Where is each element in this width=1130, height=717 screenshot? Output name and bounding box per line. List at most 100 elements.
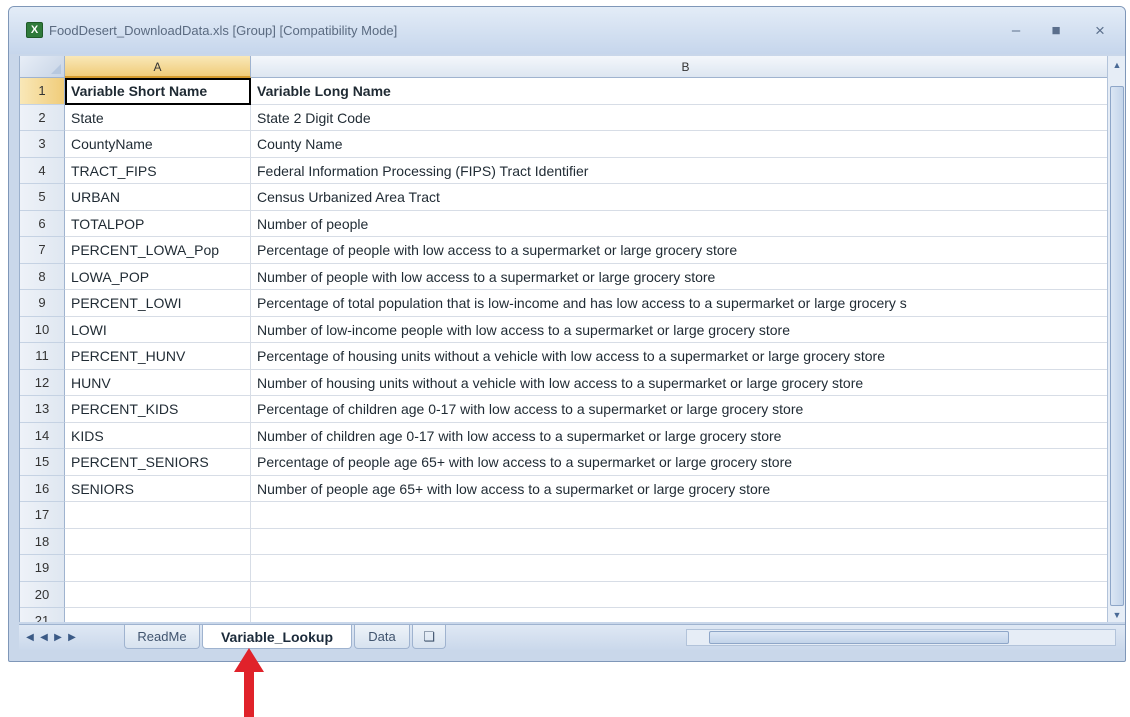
tab-variable-lookup[interactable]: Variable_Lookup	[202, 625, 352, 649]
cell-b[interactable]: Percentage of housing units without a ve…	[251, 343, 1107, 370]
cell-a[interactable]: SENIORS	[65, 475, 251, 502]
cell-b[interactable]: Percentage of children age 0-17 with low…	[251, 396, 1107, 423]
cell-b[interactable]: Number of people with low access to a su…	[251, 264, 1107, 290]
title-bar[interactable]: X FoodDesert_DownloadData.xls [Group] [C…	[9, 7, 1125, 54]
horizontal-scrollbar[interactable]	[686, 629, 1116, 646]
cell-b[interactable]: Number of children age 0-17 with low acc…	[251, 423, 1107, 449]
cell-a[interactable]: TOTALPOP	[65, 210, 251, 237]
select-all-corner[interactable]	[20, 56, 65, 78]
table-row: 1 Variable Short Name Variable Long Name	[20, 78, 1107, 105]
cell-b[interactable]	[251, 582, 1107, 608]
tab-readme[interactable]: ReadMe	[124, 625, 200, 649]
row-header[interactable]: 19	[20, 555, 65, 582]
cell-b[interactable]: State 2 Digit Code	[251, 105, 1107, 131]
cell-a[interactable]: HUNV	[65, 369, 251, 396]
row-header[interactable]: 18	[20, 528, 65, 555]
cell-b[interactable]: Census Urbanized Area Tract	[251, 184, 1107, 211]
table-row: 2 State State 2 Digit Code	[20, 104, 1107, 131]
cell-b[interactable]	[251, 608, 1107, 622]
row-header[interactable]: 2	[20, 104, 65, 131]
cell-b[interactable]: Number of people	[251, 211, 1107, 237]
row-header[interactable]: 8	[20, 263, 65, 290]
cell-a[interactable]: PERCENT_LOWI	[65, 290, 251, 317]
table-row: 12 HUNV Number of housing units without a …	[20, 369, 1107, 396]
last-sheet-icon[interactable]: ▶	[65, 630, 79, 646]
row-header[interactable]: 6	[20, 210, 65, 237]
table-row: 6 TOTALPOP Number of people	[20, 210, 1107, 237]
cell-b[interactable]	[251, 502, 1107, 529]
table-row: 4 TRACT_FIPS Federal Information Processin…	[20, 157, 1107, 184]
cell-a[interactable]: PERCENT_KIDS	[65, 396, 251, 423]
cell-b[interactable]: Number of housing units without a vehicl…	[251, 370, 1107, 396]
minimize-icon[interactable]: –	[1004, 21, 1028, 41]
cell-a[interactable]	[65, 528, 251, 555]
cell-a[interactable]: LOWA_POP	[65, 263, 251, 290]
cell-a[interactable]: Variable Short Name	[65, 78, 251, 105]
row-header[interactable]: 10	[20, 316, 65, 343]
cell-b[interactable]: Number of low-income people with low acc…	[251, 317, 1107, 343]
cell-a[interactable]	[65, 581, 251, 608]
cell-b[interactable]: Percentage of people age 65+ with low ac…	[251, 449, 1107, 476]
table-row: 8 LOWA_POP Number of people with low acces…	[20, 263, 1107, 290]
column-header-a[interactable]: A	[65, 56, 251, 78]
excel-window: X FoodDesert_DownloadData.xls [Group] [C…	[8, 6, 1126, 662]
scroll-down-icon[interactable]: ▼	[1110, 608, 1124, 622]
cell-a[interactable]: PERCENT_HUNV	[65, 343, 251, 370]
cell-b[interactable]	[251, 555, 1107, 582]
cell-b[interactable]: Federal Information Processing (FIPS) Tr…	[251, 158, 1107, 184]
prev-sheet-icon[interactable]: ◀	[37, 630, 51, 646]
row-header[interactable]: 12	[20, 369, 65, 396]
row-header[interactable]: 11	[20, 343, 65, 370]
row-header[interactable]: 21	[20, 608, 65, 622]
next-sheet-icon[interactable]: ▶	[51, 630, 65, 646]
row-header[interactable]: 4	[20, 157, 65, 184]
row-header[interactable]: 20	[20, 581, 65, 608]
tab-data[interactable]: Data	[354, 625, 410, 649]
row-header[interactable]: 15	[20, 449, 65, 476]
cell-a[interactable]: CountyName	[65, 131, 251, 158]
cell-a[interactable]	[65, 608, 251, 622]
vertical-scrollbar[interactable]: ▲ ▼	[1107, 56, 1125, 622]
worksheet-grid[interactable]: A B 1 Variable Short Name Variable Long Na…	[19, 56, 1107, 622]
first-sheet-icon[interactable]: ◀	[23, 630, 37, 646]
cell-a[interactable]: PERCENT_SENIORS	[65, 449, 251, 476]
insert-sheet-icon[interactable]: ❏	[412, 625, 446, 649]
cell-b[interactable]	[251, 529, 1107, 555]
cell-b[interactable]: County Name	[251, 131, 1107, 158]
row-header[interactable]: 7	[20, 237, 65, 264]
row-header[interactable]: 16	[20, 475, 65, 502]
cell-a[interactable]: LOWI	[65, 316, 251, 343]
table-row: 10 LOWI Number of low-income people with l…	[20, 316, 1107, 343]
scroll-up-icon[interactable]: ▲	[1110, 58, 1124, 72]
close-icon[interactable]: ×	[1088, 21, 1112, 41]
column-header-b[interactable]: B	[251, 56, 1107, 78]
maximize-icon[interactable]: ■	[1044, 21, 1068, 41]
cell-a[interactable]: URBAN	[65, 184, 251, 211]
table-row: 15 PERCENT_SENIORS Percentage of people ag…	[20, 449, 1107, 476]
sheet-tab-bar: ◀ ◀ ▶ ▶ ReadMe Variable_Lookup Data ❏	[19, 624, 1125, 650]
horizontal-scroll-thumb[interactable]	[709, 631, 1009, 644]
cell-a[interactable]: KIDS	[65, 422, 251, 449]
row-header[interactable]: 5	[20, 184, 65, 211]
cell-a[interactable]	[65, 502, 251, 529]
table-row: 21	[20, 608, 1107, 622]
row-header[interactable]: 14	[20, 422, 65, 449]
cell-a[interactable]	[65, 555, 251, 582]
cell-a[interactable]: State	[65, 104, 251, 131]
cell-b[interactable]: Percentage of total population that is l…	[251, 290, 1107, 317]
cell-b[interactable]: Variable Long Name	[251, 78, 1107, 105]
cell-b[interactable]: Percentage of people with low access to …	[251, 237, 1107, 264]
row-header[interactable]: 17	[20, 502, 65, 529]
cell-a[interactable]: PERCENT_LOWA_Pop	[65, 237, 251, 264]
excel-icon[interactable]: X	[26, 22, 43, 38]
table-row: 3 CountyName County Name	[20, 131, 1107, 158]
row-header[interactable]: 13	[20, 396, 65, 423]
table-row: 16 SENIORS Number of people age 65+ with l…	[20, 475, 1107, 502]
row-header[interactable]: 3	[20, 131, 65, 158]
row-header[interactable]: 1	[20, 78, 65, 105]
vertical-scroll-thumb[interactable]	[1110, 86, 1124, 606]
table-row: 17	[20, 502, 1107, 529]
cell-a[interactable]: TRACT_FIPS	[65, 157, 251, 184]
row-header[interactable]: 9	[20, 290, 65, 317]
cell-b[interactable]: Number of people age 65+ with low access…	[251, 476, 1107, 502]
